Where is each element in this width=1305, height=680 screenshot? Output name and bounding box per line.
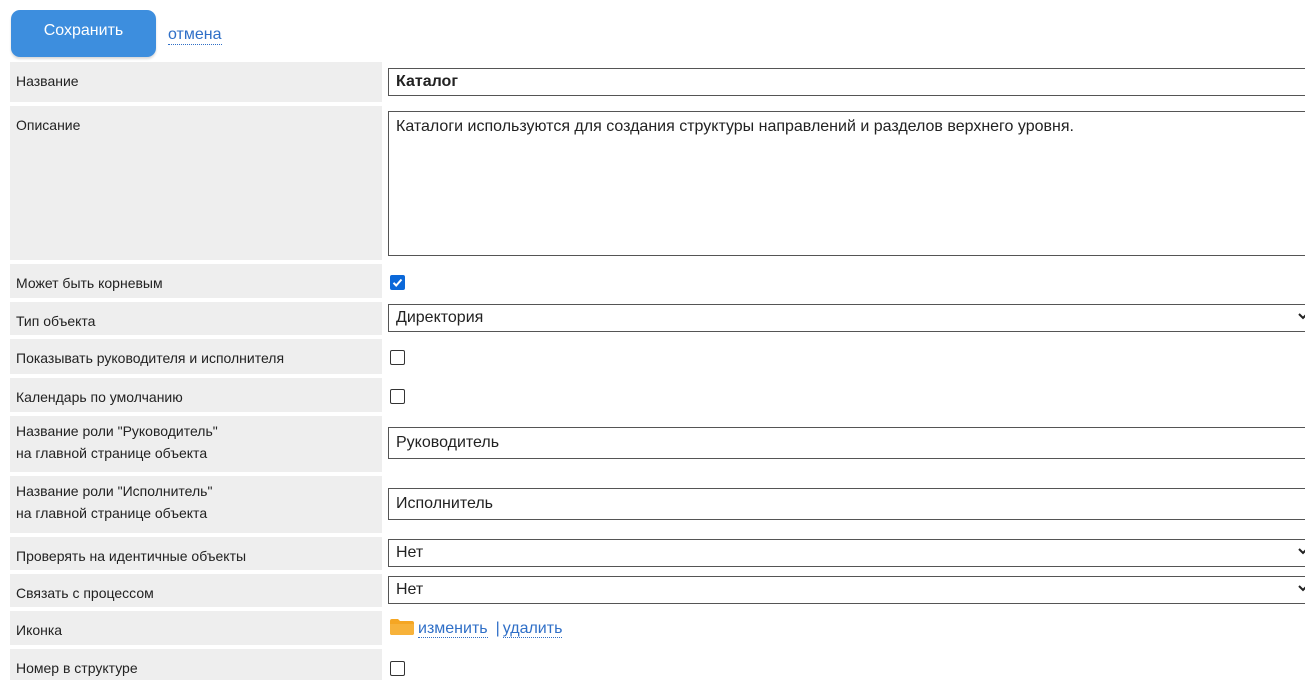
form-row-object-type: Тип объекта Директория [10, 302, 1305, 335]
object-type-value: Директория [388, 304, 1305, 332]
can-be-root-label: Может быть корневым [10, 264, 382, 298]
show-manager-label: Показывать руководителя и исполнителя [10, 339, 382, 374]
manager-role-label-line2: на главной странице объекта [16, 445, 208, 461]
default-calendar-label: Календарь по умолчанию [10, 378, 382, 412]
check-identical-select[interactable]: Нет [388, 539, 1305, 567]
check-identical-label: Проверять на идентичные объекты [10, 537, 382, 570]
folder-icon [390, 619, 414, 635]
name-input[interactable]: Каталог [388, 68, 1305, 96]
chevron-down-icon [1298, 585, 1305, 592]
form-row-link-process: Связать с процессом Нет [10, 574, 1305, 607]
executor-role-input[interactable]: Исполнитель [388, 488, 1305, 520]
link-process-label: Связать с процессом [10, 574, 382, 607]
form-row-icon: Иконка изменить | удалить [10, 611, 1305, 645]
change-icon-link[interactable]: изменить [418, 620, 488, 638]
description-label: Описание [10, 106, 382, 260]
form-row-show-manager: Показывать руководителя и исполнителя [10, 339, 1305, 374]
form-row-check-identical: Проверять на идентичные объекты Нет [10, 537, 1305, 570]
executor-role-label-line1: Название роли "Исполнитель" [16, 483, 213, 499]
chevron-down-icon [1298, 548, 1305, 555]
show-manager-checkbox[interactable] [390, 350, 405, 365]
can-be-root-checkbox[interactable] [390, 275, 405, 290]
check-icon [392, 278, 403, 287]
save-button[interactable]: Сохранить [11, 10, 156, 57]
form-row-name: Название Каталог [10, 62, 1305, 102]
executor-role-label-line2: на главной странице объекта [16, 505, 208, 521]
name-label: Название [10, 62, 382, 102]
form-row-structure-number: Номер в структуре [10, 649, 1305, 680]
default-calendar-checkbox[interactable] [390, 389, 405, 404]
manager-role-label-line1: Название роли "Руководитель" [16, 423, 218, 439]
form-row-manager-role: Название роли "Руководитель" на главной … [10, 416, 1305, 472]
manager-role-input[interactable]: Руководитель [388, 427, 1305, 459]
manager-role-label: Название роли "Руководитель" на главной … [10, 416, 382, 472]
toolbar: Сохранить отмена [0, 0, 1305, 62]
link-process-select[interactable]: Нет [388, 576, 1305, 604]
structure-number-checkbox[interactable] [390, 661, 405, 676]
icon-actions: изменить | удалить [390, 619, 563, 638]
form-row-can-be-root: Может быть корневым [10, 264, 1305, 298]
form-row-executor-role: Название роли "Исполнитель" на главной с… [10, 476, 1305, 533]
structure-number-label: Номер в структуре [10, 649, 382, 680]
form-row-description: Описание Каталоги используются для созда… [10, 106, 1305, 260]
link-process-value: Нет [388, 576, 1305, 604]
check-identical-value: Нет [388, 539, 1305, 567]
chevron-down-icon [1298, 313, 1305, 320]
icon-label: Иконка [10, 611, 382, 645]
object-type-select[interactable]: Директория [388, 304, 1305, 332]
executor-role-label: Название роли "Исполнитель" на главной с… [10, 476, 382, 533]
form-row-default-calendar: Календарь по умолчанию [10, 378, 1305, 412]
object-type-label: Тип объекта [10, 302, 382, 335]
description-textarea[interactable]: Каталоги используются для создания струк… [388, 111, 1305, 256]
separator: | [495, 620, 500, 637]
delete-icon-link[interactable]: удалить [502, 620, 563, 638]
cancel-link[interactable]: отмена [168, 26, 222, 45]
